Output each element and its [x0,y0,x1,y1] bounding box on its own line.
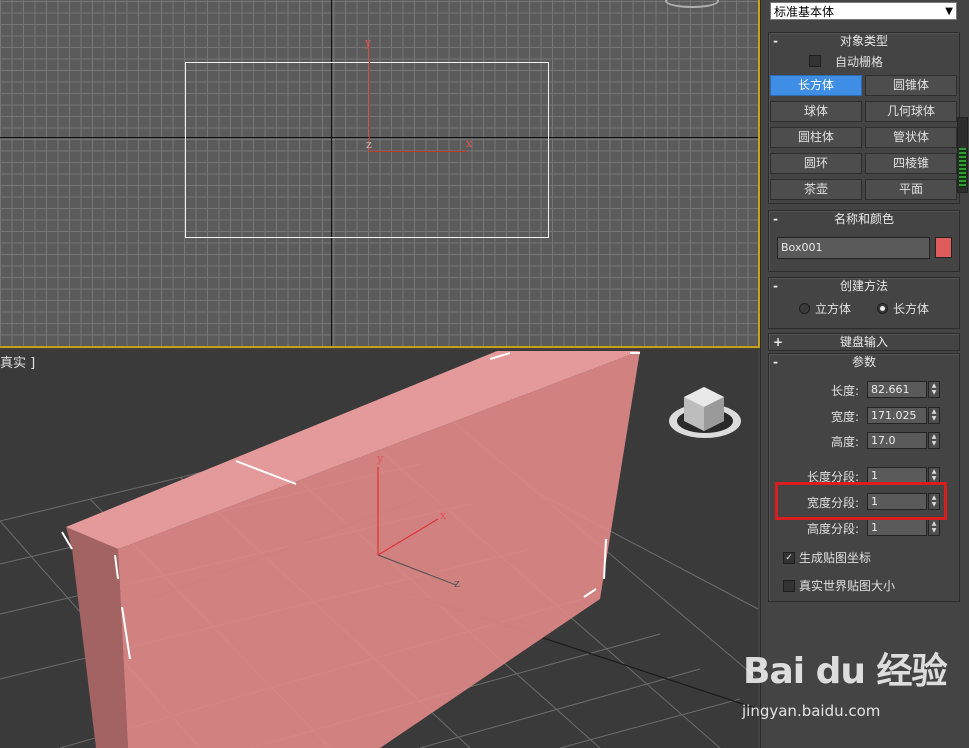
length-label: 长度: [830,384,859,398]
height-input[interactable]: 17.0 [867,432,927,449]
panel-scroll-thumb[interactable] [959,148,966,188]
collapse-toggle[interactable]: - [773,211,778,227]
width-label: 宽度: [830,410,859,424]
height-label: 高度: [830,435,859,449]
cone-button[interactable]: 圆锥体 [865,75,957,96]
torus-button[interactable]: 圆环 [770,153,862,174]
collapse-toggle[interactable]: - [773,278,778,294]
rollout-name-color-header[interactable]: - 名称和颜色 [769,211,959,227]
command-panel: 标准基本体 ▼ - 对象类型 自动栅格 长方体 圆锥体 球体 几何球体 圆柱体 … [760,0,969,748]
length-input[interactable]: 82.661 [867,381,927,398]
rollout-creation-method-header[interactable]: - 创建方法 [769,278,959,294]
width-spinner[interactable]: ▲ ▼ [928,407,940,424]
persp-gizmo-z-label: z [454,577,460,590]
width-input[interactable]: 171.025 [867,407,927,424]
geosphere-button[interactable]: 几何球体 [865,101,957,122]
height-segs-spinner[interactable]: ▲ ▼ [928,519,940,536]
box-radio-label: 长方体 [893,302,930,316]
panel-scrollbar[interactable] [957,117,968,193]
gizmo-x-axis [369,151,467,152]
width-segs-highlight [775,482,947,520]
collapse-toggle[interactable]: - [773,354,778,370]
top-viewport[interactable]: y x z [0,0,760,348]
rollout-creation-method: - 创建方法 立方体 长方体 [768,277,960,329]
cylinder-button[interactable]: 圆柱体 [770,127,862,148]
height-segs-label: 高度分段: [806,522,859,536]
box-button[interactable]: 长方体 [770,75,862,96]
perspective-viewport[interactable]: y x z 真实 ] [0,349,758,748]
viewport-label[interactable]: 真实 ] [0,352,35,371]
rollout-title: 参数 [851,355,876,369]
perspective-scene [0,351,758,748]
real-world-label: 真实世界贴图大小 [799,579,896,593]
length-spinner[interactable]: ▲ ▼ [928,381,940,398]
rollout-parameters: - 参数 长度: 82.661 ▲ ▼ 宽度: 171.025 ▲ ▼ 高度: 17… [768,353,960,602]
height-segs-input[interactable]: 1 [867,519,927,536]
plane-button[interactable]: 平面 [865,179,957,200]
box-radio[interactable] [877,303,888,314]
teapot-button[interactable]: 茶壶 [770,179,862,200]
sphere-button[interactable]: 球体 [770,101,862,122]
object-name-field[interactable]: Box001 [777,237,930,259]
height-spinner[interactable]: ▲ ▼ [928,432,940,449]
expand-toggle[interactable]: + [773,334,783,350]
watermark-brand: Bai du 经验 [743,651,948,692]
gizmo-z-label: z [366,138,372,151]
baidu-watermark: Bai du 经验 jingyan.baidu.com [740,640,965,730]
collapse-toggle[interactable]: - [773,33,778,49]
tube-button[interactable]: 管状体 [865,127,957,148]
chevron-down-icon: ▼ [945,6,953,17]
rollout-keyboard-entry[interactable]: + 键盘输入 [768,333,960,351]
object-color-swatch[interactable] [935,237,952,258]
pyramid-button[interactable]: 四棱锥 [865,153,957,174]
autogrid-checkbox[interactable] [809,55,821,67]
category-dropdown[interactable]: 标准基本体 ▼ [770,2,957,20]
rollout-object-type-header[interactable]: - 对象类型 [769,33,959,49]
gizmo-y-label: y [365,36,372,49]
gen-mapping-checkbox[interactable]: ✓ [783,552,795,564]
gen-mapping-label: 生成贴图坐标 [799,551,872,565]
watermark-url: jingyan.baidu.com [742,702,881,720]
gizmo-x-label: x [466,137,473,150]
rollout-title: 键盘输入 [839,335,888,349]
persp-gizmo-x-label: x [440,509,447,522]
rollout-keyboard-entry-header[interactable]: + 键盘输入 [769,334,959,350]
rollout-title: 对象类型 [839,34,888,48]
rollout-object-type: - 对象类型 自动栅格 长方体 圆锥体 球体 几何球体 圆柱体 管状体 圆环 四… [768,32,960,204]
gizmo-y-axis [369,44,370,152]
rollout-parameters-header[interactable]: - 参数 [769,354,959,370]
persp-gizmo-y-label: y [377,452,384,465]
rollout-name-color: - 名称和颜色 Box001 [768,210,960,272]
cube-radio[interactable] [799,303,810,314]
autogrid-label: 自动栅格 [835,55,884,69]
cube-radio-label: 立方体 [815,302,852,316]
rollout-title: 创建方法 [839,279,888,293]
viewcube-ring-icon[interactable] [665,0,719,8]
viewcube-icon[interactable] [669,387,741,438]
category-value: 标准基本体 [774,5,835,19]
real-world-checkbox[interactable] [783,580,795,592]
rollout-title: 名称和颜色 [833,212,894,226]
